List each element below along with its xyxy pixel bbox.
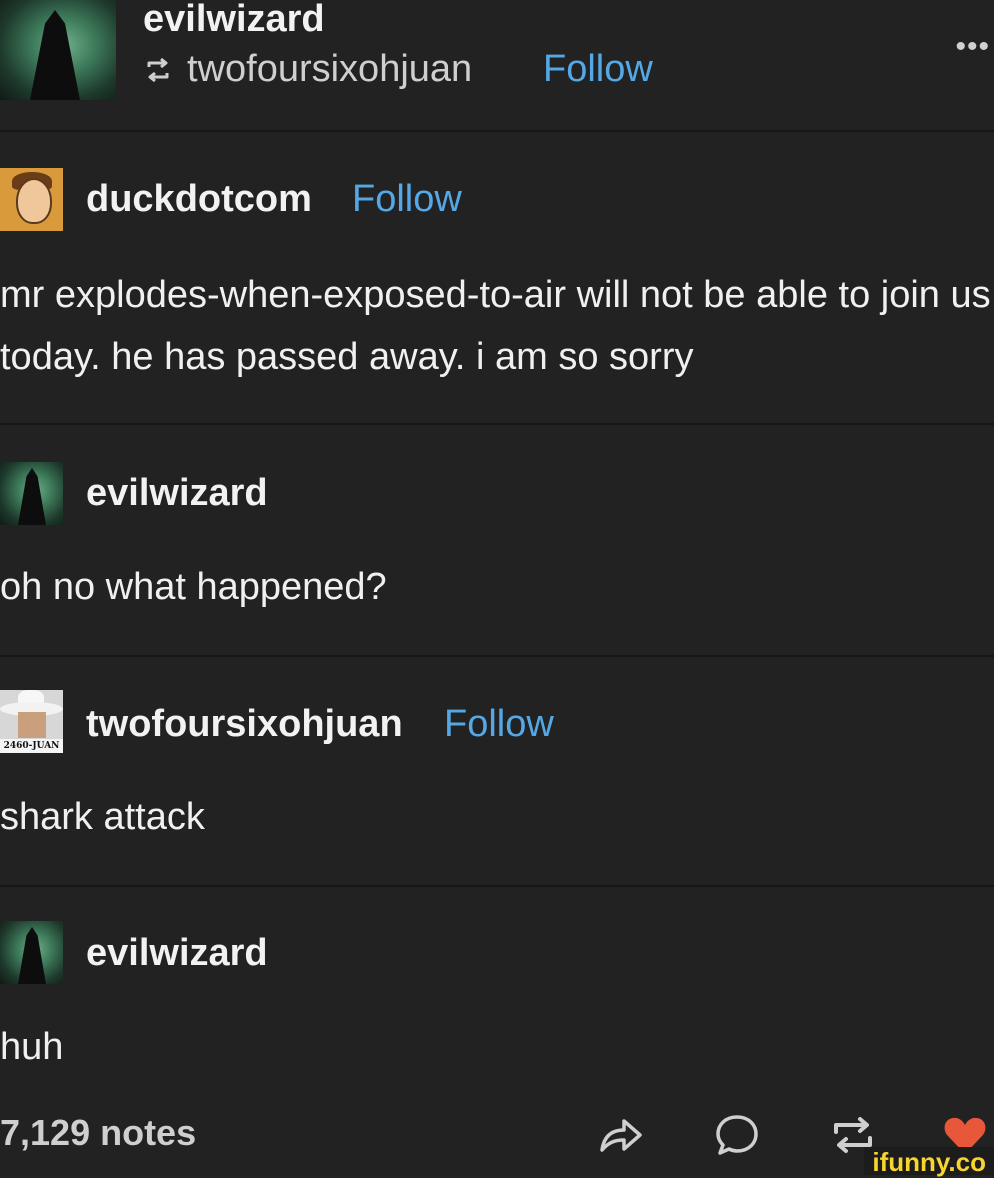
- post-body: huh: [0, 1026, 64, 1068]
- avatar-caption: 2460-JUAN: [0, 739, 63, 753]
- divider: [0, 655, 994, 657]
- comment-icon[interactable]: [712, 1110, 762, 1160]
- evilwizard-avatar[interactable]: [0, 921, 63, 984]
- twofoursixohjuan-avatar[interactable]: 2460-JUAN: [0, 690, 63, 753]
- reblogger-avatar[interactable]: [0, 0, 116, 100]
- duckdotcom-avatar[interactable]: [0, 168, 63, 231]
- share-icon[interactable]: [596, 1110, 646, 1160]
- post-body: mr explodes-when-exposed-to-air will not…: [0, 274, 991, 378]
- avatar-face: [16, 178, 52, 224]
- wizard-figure: [18, 927, 46, 984]
- post-username[interactable]: duckdotcom: [86, 178, 312, 221]
- avatar-face: [18, 712, 46, 738]
- header-username[interactable]: evilwizard: [143, 0, 325, 41]
- wizard-figure: [30, 10, 80, 100]
- follow-button[interactable]: Follow: [444, 703, 554, 746]
- reblog-source[interactable]: twofoursixohjuan: [143, 48, 472, 91]
- evilwizard-avatar[interactable]: [0, 462, 63, 525]
- wizard-figure: [18, 468, 46, 525]
- post-username[interactable]: twofoursixohjuan: [86, 703, 403, 746]
- divider: [0, 423, 994, 425]
- follow-button[interactable]: Follow: [352, 178, 462, 221]
- divider: [0, 130, 994, 132]
- post-username[interactable]: evilwizard: [86, 472, 268, 515]
- post-body: shark attack: [0, 796, 205, 838]
- ifunny-watermark: ifunny.co: [864, 1147, 994, 1177]
- post-username[interactable]: evilwizard: [86, 932, 268, 975]
- reblog-small-icon: [147, 57, 169, 82]
- more-options-icon[interactable]: •••: [955, 30, 990, 64]
- reblog-source-username[interactable]: twofoursixohjuan: [187, 48, 472, 91]
- divider: [0, 885, 994, 887]
- follow-button[interactable]: Follow: [543, 48, 653, 91]
- notes-count[interactable]: 7,129 notes: [0, 1112, 196, 1154]
- post-body: oh no what happened?: [0, 566, 387, 608]
